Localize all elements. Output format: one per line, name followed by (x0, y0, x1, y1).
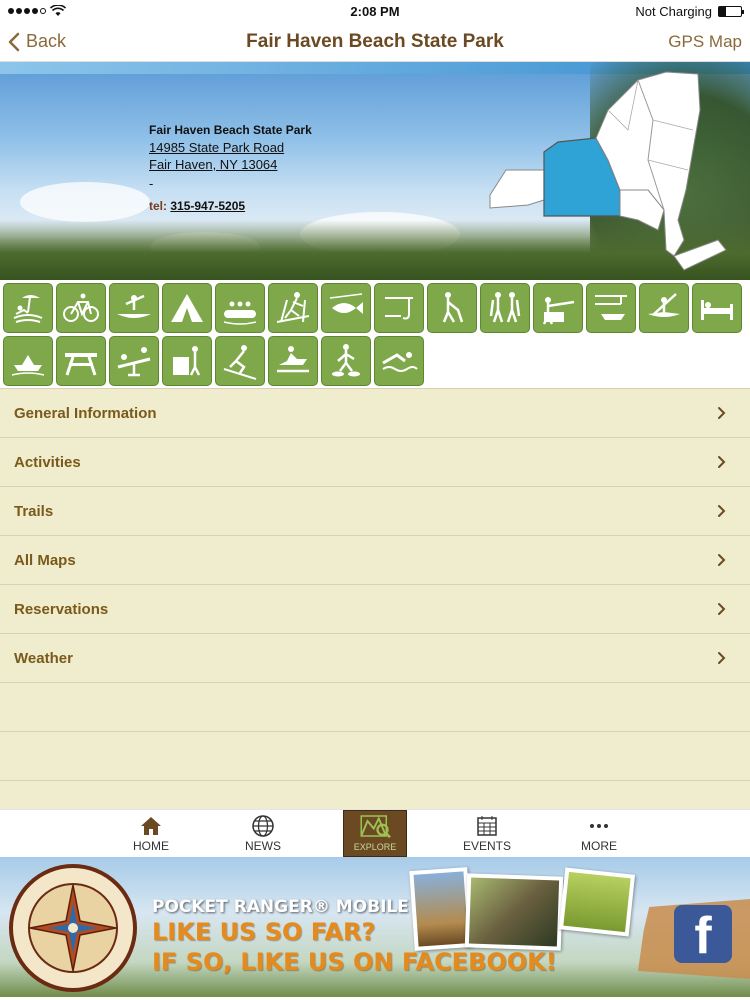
more-dots-icon (590, 824, 608, 828)
tab-news[interactable]: NEWS (231, 810, 295, 857)
address-separator: - (149, 176, 154, 191)
tab-explore-label: EXPLORE (353, 842, 397, 852)
city-address-link[interactable]: Fair Haven, NY 13064 (149, 157, 277, 172)
tab-more-label: MORE (581, 839, 617, 853)
biking-icon[interactable] (56, 283, 106, 333)
banner-photo-group (464, 873, 564, 951)
battery-level-fill (719, 6, 726, 16)
phone-label: tel: (149, 199, 167, 213)
chevron-left-icon (8, 32, 20, 51)
park-menu-list: General Information Activities Trails All M… (0, 388, 750, 809)
pocket-ranger-logo (9, 864, 137, 992)
tab-news-label: NEWS (245, 839, 281, 853)
menu-item-general-information[interactable]: General Information (0, 389, 750, 438)
banner-photo-hiker (409, 867, 473, 951)
battery-group: Not Charging (635, 3, 744, 19)
gps-map-button[interactable]: GPS Map (668, 32, 742, 52)
golf-icon[interactable] (427, 283, 477, 333)
page-title: Fair Haven Beach State Park (246, 30, 504, 52)
cloud-decoration (20, 182, 150, 222)
tab-more[interactable]: MORE (567, 810, 631, 857)
tab-home[interactable]: HOME (119, 810, 183, 857)
phone-line: tel: 315-947-5205 (149, 198, 312, 215)
facebook-promo-banner[interactable]: POCKET RANGER® MOBILE APP LIKE US SO FAR… (0, 857, 750, 997)
rafting-icon[interactable] (215, 283, 265, 333)
status-time: 2:08 PM (350, 3, 400, 19)
menu-item-label: All Maps (14, 551, 76, 569)
cabins-icon[interactable] (692, 283, 742, 333)
battery-icon (718, 5, 744, 17)
menu-item-label: Reservations (14, 600, 109, 618)
chevron-right-icon (718, 554, 726, 566)
tab-events-label: EVENTS (462, 839, 511, 853)
phone-number-link[interactable]: 315-947-5205 (170, 199, 245, 213)
park-header-banner: Fair Haven Beach State Park 14985 State … (0, 62, 750, 280)
fishing-icon[interactable] (321, 283, 371, 333)
nature-center-icon[interactable] (162, 336, 212, 386)
cross-country-skiing-icon[interactable] (268, 283, 318, 333)
park-name: Fair Haven Beach State Park (149, 123, 312, 137)
boat-launch-icon[interactable] (586, 283, 636, 333)
battery-status-text: Not Charging (635, 3, 712, 19)
hunting-icon[interactable] (533, 283, 583, 333)
playground-icon[interactable] (109, 336, 159, 386)
hiking-icon[interactable] (480, 283, 530, 333)
kayaking-icon[interactable] (639, 283, 689, 333)
menu-item-reservations[interactable]: Reservations (0, 585, 750, 634)
menu-item-label: Weather (14, 649, 73, 667)
signal-wifi-group (8, 5, 66, 17)
banner-call-to-action: IF SO, LIKE US ON FACEBOOK! (152, 948, 557, 976)
menu-item-weather[interactable]: Weather (0, 634, 750, 683)
tab-home-label: HOME (133, 839, 169, 853)
activity-icons-grid (0, 280, 750, 388)
navigation-bar: Back Fair Haven Beach State Park GPS Map (0, 22, 750, 62)
empty-list-row (0, 781, 750, 809)
banner-photo-bird (558, 867, 636, 937)
back-button[interactable]: Back (8, 31, 66, 52)
chevron-right-icon (718, 456, 726, 468)
tab-explore[interactable]: EXPLORE (343, 810, 407, 857)
new-york-region-map (489, 71, 727, 271)
camping-icon[interactable] (162, 283, 212, 333)
back-label: Back (26, 31, 67, 51)
park-address-block: Fair Haven Beach State Park 14985 State … (149, 122, 312, 215)
menu-item-activities[interactable]: Activities (0, 438, 750, 487)
chevron-right-icon (718, 603, 726, 615)
tab-events[interactable]: EVENTS (455, 810, 519, 857)
snowshoeing-icon[interactable] (321, 336, 371, 386)
wifi-icon (50, 5, 66, 16)
ice-fishing-icon[interactable] (374, 283, 424, 333)
picnic-table-icon[interactable] (56, 336, 106, 386)
street-address-link[interactable]: 14985 State Park Road (149, 140, 284, 155)
globe-icon (252, 815, 274, 837)
chevron-right-icon (718, 652, 726, 664)
empty-list-row (0, 732, 750, 781)
status-bar: 2:08 PM Not Charging (0, 0, 750, 22)
chevron-right-icon (718, 505, 726, 517)
signal-strength-icon (8, 8, 46, 14)
menu-item-label: Trails (14, 502, 54, 520)
menu-item-label: Activities (14, 453, 81, 471)
snowmobiling-icon[interactable] (268, 336, 318, 386)
calendar-icon (477, 816, 497, 836)
menu-item-trails[interactable]: Trails (0, 487, 750, 536)
boating-icon[interactable] (3, 336, 53, 386)
chevron-right-icon (718, 407, 726, 419)
canoeing-icon[interactable] (109, 283, 159, 333)
facebook-icon[interactable]: f (674, 905, 732, 963)
downhill-skiing-icon[interactable] (215, 336, 265, 386)
menu-item-label: General Information (14, 404, 157, 422)
beach-icon[interactable] (3, 283, 53, 333)
swimming-icon[interactable] (374, 336, 424, 386)
home-icon (141, 817, 161, 835)
bottom-tab-bar: HOME NEWS EXPLORE EVENTS MORE (0, 809, 750, 857)
empty-list-row (0, 683, 750, 732)
menu-item-all-maps[interactable]: All Maps (0, 536, 750, 585)
explore-map-icon (360, 815, 391, 839)
